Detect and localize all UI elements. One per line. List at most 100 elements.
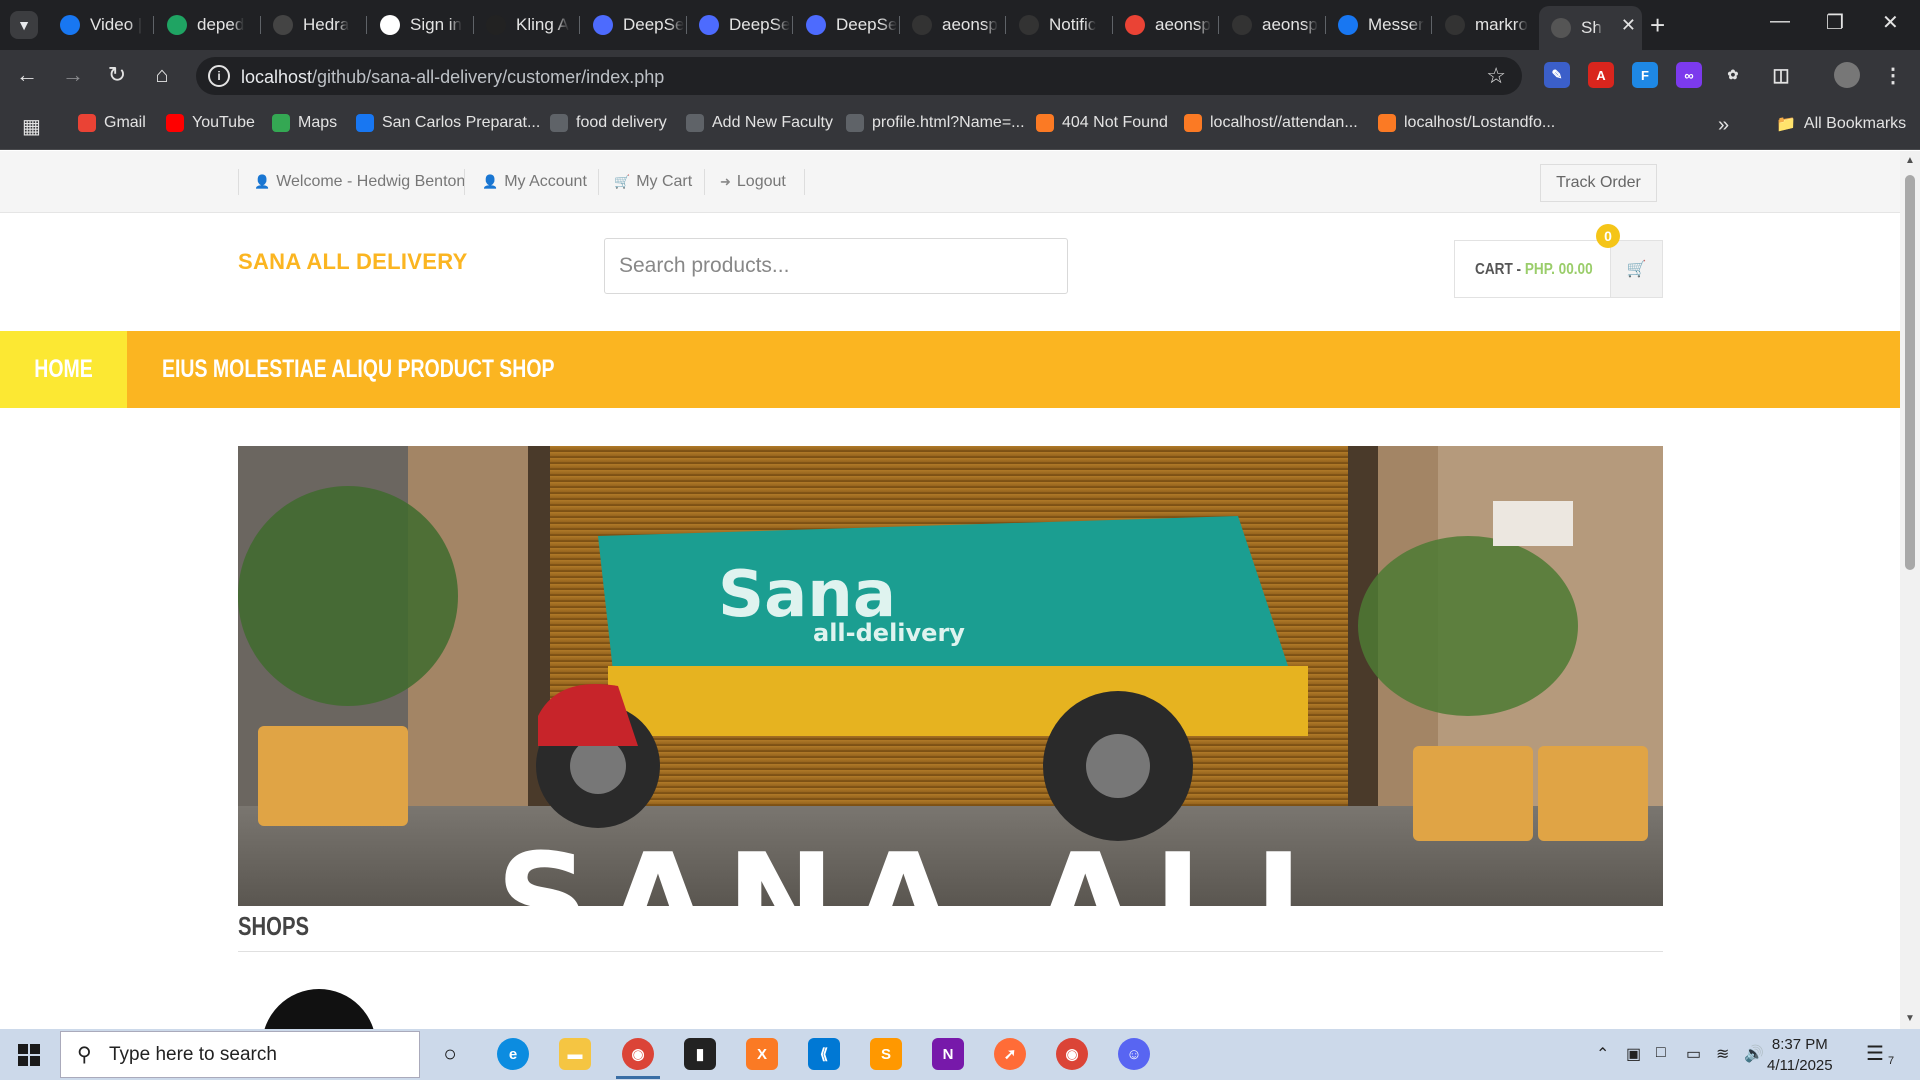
apps-grid-icon[interactable]: ▦: [22, 114, 41, 139]
track-order-button[interactable]: Track Order: [1540, 164, 1657, 202]
chrome-profile-icon[interactable]: ◉: [1056, 1038, 1088, 1070]
browser-tab[interactable]: DeepSe: [794, 8, 897, 42]
page-scrollbar[interactable]: ▲ ▼: [1900, 151, 1920, 1029]
sticky-notes-icon[interactable]: ▮: [684, 1038, 716, 1070]
taskbar-clock[interactable]: 8:37 PM 4/11/2025: [1767, 1034, 1833, 1076]
vscode-icon[interactable]: ⟪: [808, 1038, 840, 1070]
bookmark-item[interactable]: YouTube: [166, 114, 255, 132]
volume-icon[interactable]: 🔊: [1744, 1044, 1764, 1064]
windows-start-icon[interactable]: [18, 1044, 40, 1066]
cart-icon[interactable]: 🛒: [1610, 241, 1662, 297]
browser-tab[interactable]: deped: [155, 8, 258, 42]
discord-icon[interactable]: ☺: [1118, 1038, 1150, 1070]
search-input[interactable]: [604, 238, 1068, 294]
bookmark-label: localhost//attendan...: [1210, 114, 1358, 131]
bookmark-item[interactable]: food delivery: [550, 114, 667, 132]
browser-tab[interactable]: Video |: [48, 8, 151, 42]
bookmark-label: localhost/Lostandfo...: [1404, 114, 1556, 131]
bookmark-item[interactable]: San Carlos Preparat...: [356, 114, 540, 132]
all-bookmarks-folder[interactable]: 📁 All Bookmarks: [1776, 114, 1906, 134]
extension-icon[interactable]: ✎: [1544, 62, 1570, 88]
notifications-icon[interactable]: ☰: [1866, 1041, 1884, 1066]
bookmark-label: food delivery: [576, 114, 667, 131]
browser-tab[interactable]: DeepSe: [581, 8, 684, 42]
acrobat-extension-icon[interactable]: A: [1588, 62, 1614, 88]
forward-button[interactable]: →: [60, 62, 86, 88]
bookmark-item[interactable]: Add New Faculty: [686, 114, 833, 132]
minimize-button[interactable]: —: [1770, 10, 1790, 33]
scroll-down-arrow-icon[interactable]: ▼: [1905, 1013, 1915, 1024]
wifi-icon[interactable]: ≋: [1716, 1044, 1729, 1064]
nav-product-shop[interactable]: EIUS MOLESTIAE ALIQU PRODUCT SHOP: [162, 331, 665, 408]
fireflies-extension-icon[interactable]: F: [1632, 62, 1658, 88]
deepseek-icon: [806, 15, 826, 35]
browser-tab[interactable]: Hedra: [261, 8, 364, 42]
taskbar-search-box[interactable]: ⚲ Type here to search: [60, 1031, 420, 1078]
browser-tab[interactable]: DeepSe: [687, 8, 790, 42]
url-text[interactable]: localhost/github/sana-all-delivery/custo…: [241, 67, 664, 88]
browser-tab[interactable]: aeonsp: [1220, 8, 1323, 42]
sublime-text-icon[interactable]: S: [870, 1038, 902, 1070]
menu-kebab-icon[interactable]: ⋮: [1880, 62, 1906, 88]
browser-tab[interactable]: Notific: [1007, 8, 1110, 42]
logout-icon: ➜: [720, 174, 731, 189]
my-account-link[interactable]: 👤 My Account: [482, 173, 587, 191]
reload-button[interactable]: ↻: [104, 62, 130, 88]
browser-tab[interactable]: Messer: [1326, 8, 1429, 42]
task-view-icon[interactable]: ○: [434, 1038, 466, 1070]
shop-avatar[interactable]: [262, 989, 376, 1029]
browser-tab[interactable]: markro: [1433, 8, 1536, 42]
nav-home[interactable]: HOME: [0, 331, 127, 408]
profile-avatar[interactable]: [1834, 62, 1860, 88]
bookmark-item[interactable]: localhost//attendan...: [1184, 114, 1358, 132]
xampp-icon: [1036, 114, 1054, 132]
browser-tab[interactable]: aeonsp: [900, 8, 1003, 42]
camera-icon[interactable]: □: [1656, 1044, 1666, 1062]
bookmark-star-icon[interactable]: ☆: [1486, 63, 1506, 89]
divider: [238, 169, 239, 195]
cart-summary-text: CART - PHP. 00.00: [1475, 261, 1593, 279]
tab-search-button[interactable]: ▼: [10, 11, 38, 39]
ai-extension-icon[interactable]: ∞: [1676, 62, 1702, 88]
scroll-up-arrow-icon[interactable]: ▲: [1905, 155, 1915, 166]
address-bar[interactable]: i localhost/github/sana-all-delivery/cus…: [196, 57, 1522, 95]
meet-now-icon[interactable]: ▣: [1626, 1044, 1641, 1064]
bookmark-item[interactable]: Gmail: [78, 114, 146, 132]
new-tab-button[interactable]: +: [1650, 10, 1665, 41]
my-cart-link[interactable]: 🛒 My Cart: [614, 173, 692, 191]
browser-tab[interactable]: Sign in: [368, 8, 471, 42]
more-bookmarks-chevron-icon[interactable]: »: [1718, 114, 1729, 137]
page-viewport: 👤 Welcome - Hedwig Benton 👤 My Account 🛒…: [0, 151, 1900, 1029]
xampp-icon[interactable]: X: [746, 1038, 778, 1070]
back-button[interactable]: ←: [14, 62, 40, 88]
site-info-icon[interactable]: i: [208, 65, 230, 87]
bookmark-item[interactable]: 404 Not Found: [1036, 114, 1168, 132]
bookmark-item[interactable]: profile.html?Name=...: [846, 114, 1025, 132]
scrollbar-thumb[interactable]: [1905, 175, 1915, 570]
home-button[interactable]: ⌂: [149, 62, 175, 88]
file-explorer-icon[interactable]: ▬: [559, 1038, 591, 1070]
restore-button[interactable]: ❐: [1826, 10, 1844, 35]
site-logo[interactable]: SANA ALL DELIVERY: [238, 249, 468, 275]
browser-tab[interactable]: Kling A: [474, 8, 577, 42]
divider: [804, 169, 805, 195]
show-hidden-icons-chevron-icon[interactable]: ⌃: [1596, 1044, 1609, 1064]
bookmark-item[interactable]: Maps: [272, 114, 337, 132]
bookmark-label: Gmail: [104, 114, 146, 131]
extensions-puzzle-icon[interactable]: ◫: [1768, 62, 1794, 88]
edge-icon[interactable]: e: [497, 1038, 529, 1070]
cart-summary-button[interactable]: CART - PHP. 00.00 🛒: [1454, 240, 1663, 298]
postman-icon[interactable]: ➚: [994, 1038, 1026, 1070]
close-window-button[interactable]: ✕: [1882, 10, 1899, 35]
notification-count: 7: [1888, 1055, 1895, 1067]
battery-icon[interactable]: ▭: [1686, 1044, 1701, 1064]
close-tab-icon[interactable]: ✕: [1621, 15, 1636, 36]
bookmark-item[interactable]: localhost/Lostandfo...: [1378, 114, 1555, 132]
browser-tab[interactable]: aeonsp: [1113, 8, 1216, 42]
onenote-icon[interactable]: N: [932, 1038, 964, 1070]
logout-link[interactable]: ➜ Logout: [720, 173, 786, 191]
welcome-link[interactable]: 👤 Welcome - Hedwig Benton: [254, 173, 465, 191]
openai-extension-icon[interactable]: ✿: [1720, 62, 1746, 88]
chrome-icon[interactable]: ◉: [622, 1038, 654, 1070]
browser-tab[interactable]: Sh ✕: [1539, 6, 1642, 50]
